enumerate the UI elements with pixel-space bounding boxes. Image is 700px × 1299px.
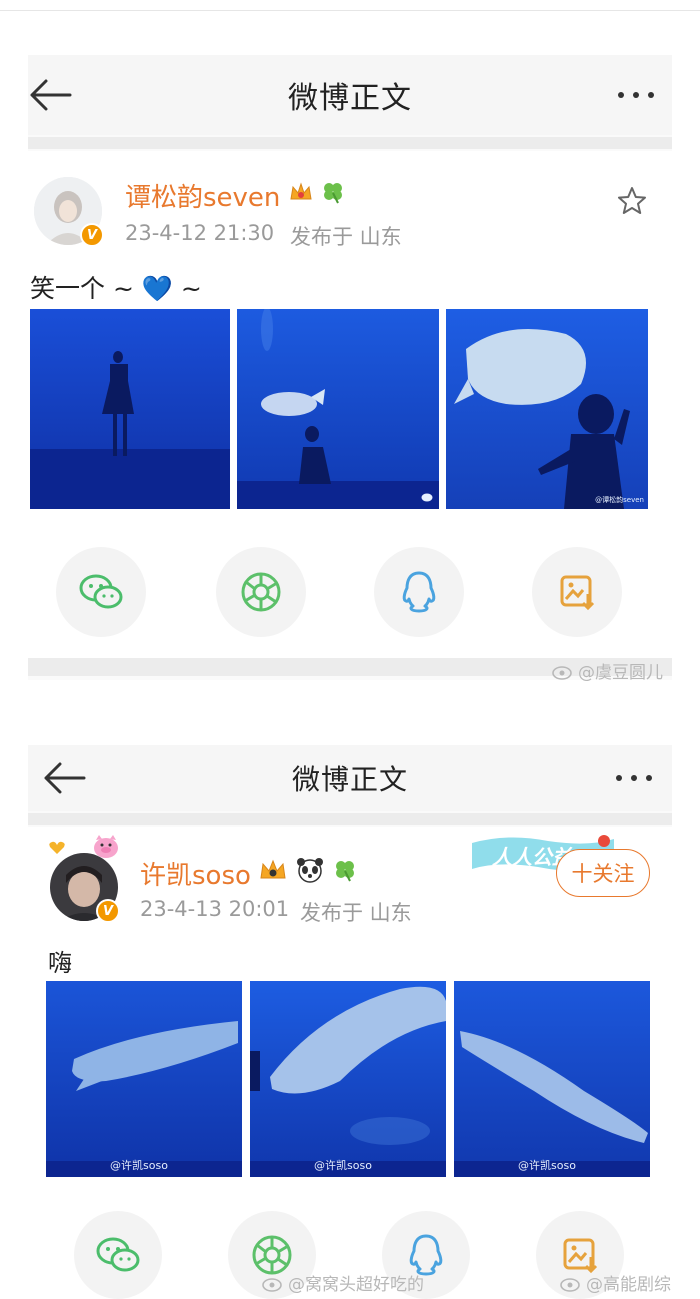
qq-icon (402, 571, 436, 613)
share-wechat-button[interactable] (74, 1211, 162, 1299)
nav-bar: 微博正文 (28, 55, 672, 135)
moments-icon (241, 572, 281, 612)
clover-icon (324, 183, 342, 204)
watermark-text: @虞豆圆儿 (578, 663, 663, 683)
arrow-left-icon (44, 762, 86, 794)
post-content: 嗨 (48, 949, 72, 977)
panda-icon (297, 858, 323, 883)
photo-watermark: @谭松韵seven (595, 496, 644, 504)
star-icon (618, 187, 646, 214)
post-content: 笑一个 ~ 💙 ~ (30, 274, 202, 303)
post-image-2[interactable] (237, 309, 439, 509)
post-image-3[interactable]: @谭松韵seven (446, 309, 648, 509)
user-badges (288, 179, 346, 205)
aquarium-photo (237, 309, 439, 509)
aquarium-photo (454, 981, 650, 1177)
weibo-icon (552, 665, 572, 680)
more-dot (633, 92, 639, 98)
more-dot (646, 775, 652, 781)
share-wechat-button[interactable] (56, 547, 146, 637)
post-image-1[interactable] (30, 309, 230, 509)
page: 微博正文 V 谭松韵seven 23-4-12 21:30 发布于 山东 笑一个… (0, 0, 700, 1299)
verified-badge: V (96, 899, 120, 923)
screenshot-card-2: 微博正文 V 许凯soso 23-4-13 20:01 发布于 山东 人人公益 … (28, 745, 672, 1299)
back-button[interactable] (42, 745, 102, 811)
save-image-icon (560, 575, 595, 611)
username[interactable]: 许凯soso (140, 855, 251, 892)
pig-decoration-icon (94, 835, 118, 858)
page-title: 微博正文 (288, 81, 412, 116)
more-dot (648, 92, 654, 98)
post-image-2[interactable]: @许凯soso (250, 981, 446, 1177)
follow-button[interactable]: 十关注 (556, 849, 650, 897)
post-timestamp: 23-4-12 21:30 (125, 221, 275, 245)
crown-icon (260, 859, 286, 879)
back-button[interactable] (28, 55, 88, 135)
heart-decoration-icon (49, 841, 65, 854)
arrow-left-icon (30, 79, 72, 111)
post-location: 发布于 山东 (300, 901, 412, 925)
aquarium-photo (30, 309, 230, 509)
watermark-text: @窝窝头超好吃的 (288, 1275, 424, 1295)
section-divider (28, 137, 672, 149)
more-dot (616, 775, 622, 781)
watermark-bottom-left: @窝窝头超好吃的 (262, 1270, 424, 1295)
clover-icon (336, 861, 354, 882)
favorite-button[interactable] (616, 185, 648, 221)
aquarium-photo (250, 981, 446, 1177)
post-1: V 谭松韵seven 23-4-12 21:30 发布于 山东 笑一个 ~ 💙 … (28, 151, 672, 663)
weibo-icon (421, 493, 433, 502)
username[interactable]: 谭松韵seven (125, 177, 280, 214)
post-2: V 许凯soso 23-4-13 20:01 发布于 山东 人人公益 十关注 嗨 (28, 827, 672, 1299)
nav-bar: 微博正文 (28, 745, 672, 811)
post-timestamp: 23-4-13 20:01 (140, 897, 290, 921)
page-title: 微博正文 (291, 763, 408, 796)
watermark-text: @高能剧综 (586, 1275, 671, 1295)
more-dot (618, 92, 624, 98)
photo-watermark: @许凯soso (110, 1159, 168, 1172)
post-location: 发布于 山东 (290, 225, 402, 249)
post-image-1[interactable]: @许凯soso (46, 981, 242, 1177)
aquarium-photo (446, 309, 648, 509)
share-qq-button[interactable] (374, 547, 464, 637)
weibo-icon (560, 1277, 580, 1292)
top-divider (0, 10, 700, 11)
share-moments-button[interactable] (216, 547, 306, 637)
photo-watermark: @许凯soso (314, 1159, 372, 1172)
verified-badge: V (80, 223, 104, 247)
crown-icon (290, 182, 312, 200)
wechat-icon (79, 574, 123, 609)
save-image-button[interactable] (532, 547, 622, 637)
wechat-icon (96, 1237, 140, 1272)
post-image-3[interactable]: @许凯soso (454, 981, 650, 1177)
user-badges (258, 857, 358, 883)
photo-watermark (421, 492, 433, 505)
more-dot (631, 775, 637, 781)
watermark-bottom-right: @高能剧综 (560, 1270, 671, 1295)
aquarium-photo (46, 981, 242, 1177)
screenshot-card-1: 微博正文 V 谭松韵seven 23-4-12 21:30 发布于 山东 笑一个… (28, 55, 672, 680)
watermark-mid-right: @虞豆圆儿 (552, 658, 663, 683)
photo-watermark: @许凯soso (518, 1159, 576, 1172)
more-button[interactable] (618, 55, 654, 135)
more-button[interactable] (616, 745, 652, 811)
weibo-icon (262, 1277, 282, 1292)
save-image-icon (563, 1238, 598, 1274)
section-divider (28, 813, 672, 825)
